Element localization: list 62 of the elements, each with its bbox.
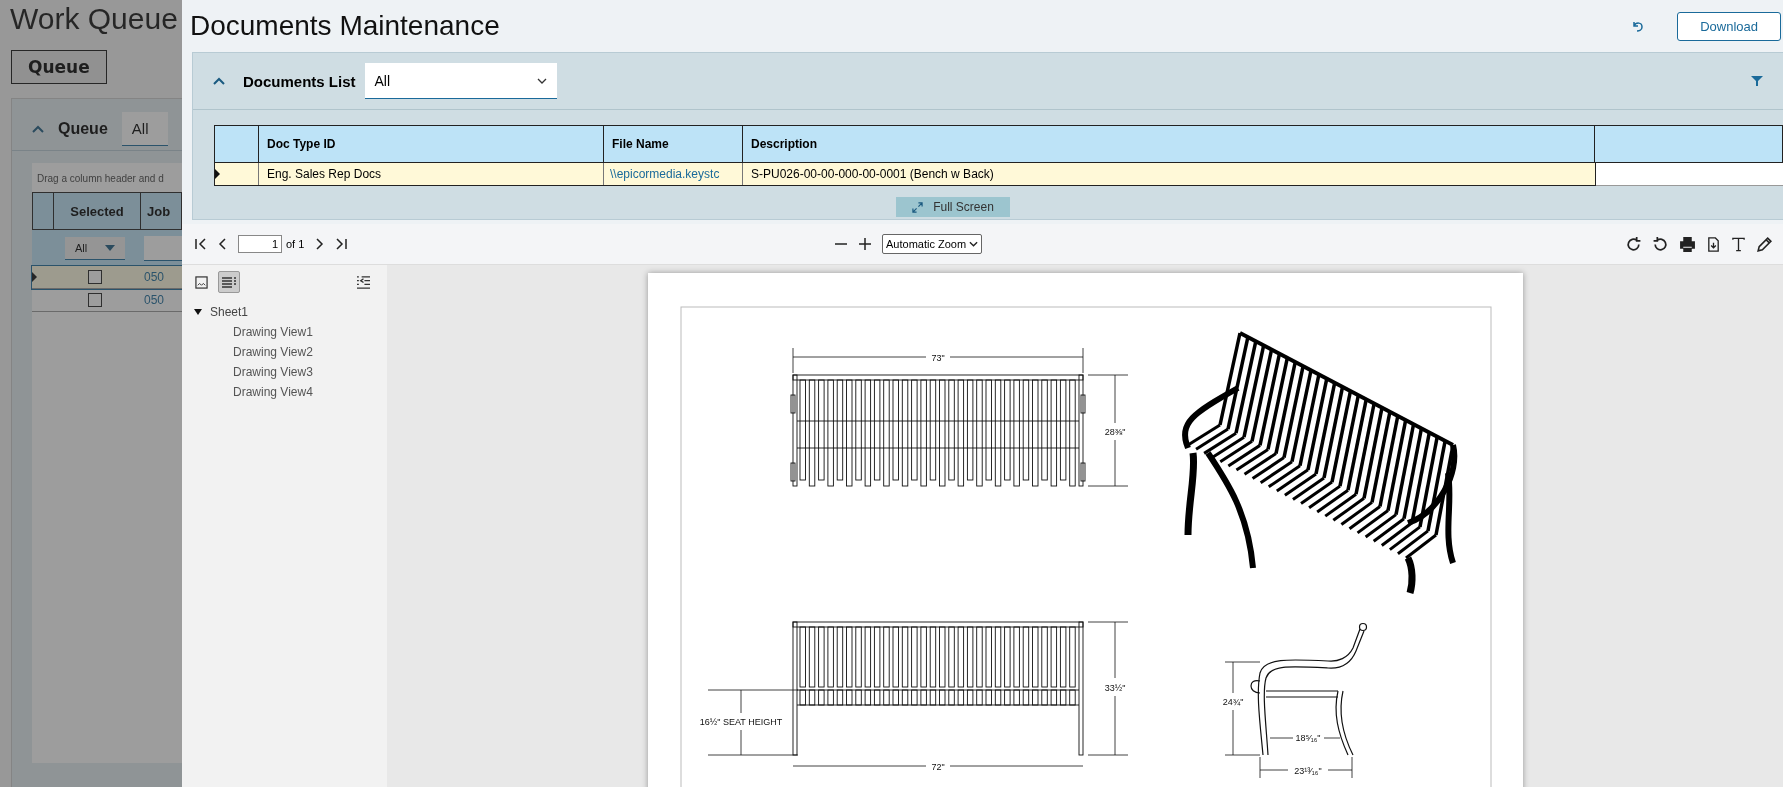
queue-filter-dropdown[interactable]: All: [121, 111, 169, 146]
chevron-down-icon: [536, 77, 547, 84]
filter-field[interactable]: [144, 235, 182, 261]
rotate-counterclockwise-icon[interactable]: [1652, 235, 1669, 253]
first-page-icon[interactable]: [194, 237, 208, 251]
checkbox[interactable]: [88, 270, 102, 284]
table-cell-text: S-PU026-00-00-000-00-0001 (Bench w Back): [750, 166, 995, 183]
documents-filter-dropdown[interactable]: All: [364, 63, 557, 99]
column-header[interactable]: File Name: [604, 126, 743, 162]
dialog-title: Documents Maintenance: [190, 10, 501, 42]
image-icon: [194, 275, 208, 289]
table-cell: Eng. Sales Rep Docs: [259, 163, 604, 185]
dimension-label: 23¹³⁄₁₆": [1293, 766, 1322, 776]
dimension-label: 28⅜": [1104, 427, 1125, 437]
text-tool-icon[interactable]: [1731, 236, 1746, 252]
full-screen-button[interactable]: Full Screen: [896, 197, 1010, 217]
expanded-triangle-icon[interactable]: [194, 308, 202, 316]
dimension-label: 72": [930, 762, 945, 772]
checkbox[interactable]: [88, 293, 102, 307]
expand-arrows-icon: [912, 201, 924, 213]
panel-title: Documents List: [243, 72, 356, 90]
download-icon[interactable]: [1706, 236, 1721, 252]
dimension-label: 24¾": [1222, 697, 1243, 707]
group-hint-text: Drag a column header and d: [36, 172, 165, 186]
dimension-label: 18⁵⁄₁₆": [1294, 733, 1321, 743]
document-row[interactable]: Eng. Sales Rep Docs \\epicormedia.keystc S-PU026-00-00-000-00-0001 (Bench w Back): [214, 163, 1596, 186]
download-button[interactable]: Download: [1677, 11, 1781, 41]
caret-icon: [105, 244, 116, 251]
last-page-icon[interactable]: [334, 237, 349, 251]
page-title: Work Queue: [10, 2, 179, 36]
print-icon[interactable]: [1679, 235, 1696, 253]
chevron-up-icon[interactable]: [32, 124, 44, 133]
zoom-dropdown[interactable]: Automatic Zoom: [882, 234, 983, 254]
outline-item[interactable]: Drawing View2: [182, 339, 387, 359]
queue-button[interactable]: Queue: [11, 50, 107, 84]
outline-item[interactable]: Drawing View4: [182, 379, 387, 399]
column-header[interactable]: Description: [743, 126, 1595, 162]
list-icon: [221, 276, 237, 288]
outline-item[interactable]: Drawing View3: [182, 359, 387, 379]
rotate-clockwise-icon[interactable]: [1625, 235, 1642, 253]
chevron-down-icon: [969, 241, 979, 247]
outline-item[interactable]: Sheet1: [210, 305, 249, 319]
file-link[interactable]: \\epicormedia.keystc: [604, 163, 743, 185]
filter-icon[interactable]: [1751, 75, 1763, 87]
column-header[interactable]: Selected: [54, 193, 141, 229]
collapse-outline-icon[interactable]: [356, 275, 371, 289]
dimension-label: 16½" SEAT HEIGHT: [699, 717, 782, 727]
panel-title: Queue: [58, 119, 108, 138]
row-pointer-icon: [32, 272, 37, 282]
column-header[interactable]: Doc Type ID: [259, 126, 604, 162]
outline-item[interactable]: Drawing View1: [182, 319, 387, 339]
page-count-text: of 1: [286, 238, 305, 250]
undo-icon[interactable]: [1631, 19, 1646, 33]
chevron-up-icon[interactable]: [213, 77, 225, 85]
row-pointer-icon: [215, 169, 220, 179]
filter-dropdown[interactable]: All: [64, 236, 126, 260]
pencil-icon[interactable]: [1756, 235, 1773, 253]
dimension-label: 33½": [1104, 683, 1125, 693]
zoom-in-icon[interactable]: [858, 237, 872, 251]
outline-toggle[interactable]: [218, 271, 240, 293]
page-number-field[interactable]: 1: [238, 235, 282, 253]
dimension-label: 73": [930, 353, 945, 363]
